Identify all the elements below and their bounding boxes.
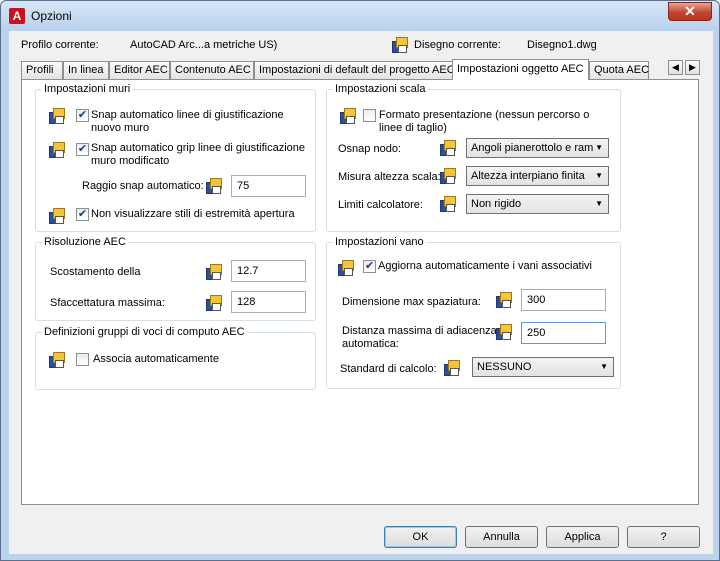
opening-settings-group-title: Impostazioni vano: [333, 236, 426, 248]
tab-contenuto-aec[interactable]: Contenuto AEC: [170, 61, 254, 79]
dialog-body: Profilo corrente: AutoCAD Arc...a metric…: [9, 31, 713, 554]
title-bar[interactable]: A Opzioni ✕: [1, 1, 719, 31]
max-facet-input[interactable]: 128: [231, 291, 306, 313]
drawing-setting-icon: [206, 295, 222, 311]
autocad-app-icon: A: [9, 8, 25, 24]
calculator-limits-value: Non rigido: [471, 198, 522, 210]
drawing-setting-icon: [340, 108, 356, 124]
snap-justification-checkbox[interactable]: ✔: [76, 109, 89, 122]
drawing-setting-icon: [444, 360, 460, 376]
drawing-setting-icon: [338, 260, 354, 276]
tab-in-linea[interactable]: In linea: [63, 61, 109, 79]
aec-resolution-group-title: Risoluzione AEC: [42, 236, 128, 248]
chevron-down-icon: ▼: [595, 171, 603, 180]
max-spacing-input[interactable]: 300: [521, 289, 606, 311]
walls-group: Impostazioni muri ✔ Snap automatico line…: [35, 83, 316, 232]
drawing-setting-icon: [440, 140, 456, 156]
presentation-format-label-2: linee di taglio): [379, 122, 447, 134]
aec-resolution-group: Risoluzione AEC Scostamento della 12.7 S…: [35, 236, 316, 321]
presentation-format-label-1: Formato presentazione (nessun percorso o: [379, 109, 590, 121]
osnap-node-label: Osnap nodo:: [338, 143, 401, 155]
calculation-standard-value: NESSUNO: [477, 361, 532, 373]
snap-radius-input[interactable]: 75: [231, 175, 306, 197]
cancel-button[interactable]: Annulla: [465, 526, 538, 548]
stair-height-select[interactable]: Altezza interpiano finita ▼: [466, 166, 609, 186]
auto-update-openings-label: Aggiorna automaticamente i vani associat…: [378, 260, 593, 272]
chevron-down-icon: ▼: [595, 199, 603, 208]
tab-scroll-left-button[interactable]: ◀: [668, 60, 683, 75]
apply-button[interactable]: Applica: [546, 526, 619, 548]
snap-grip-checkbox[interactable]: ✔: [76, 143, 89, 156]
tab-editor-aec[interactable]: Editor AEC: [109, 61, 170, 79]
tab-profili[interactable]: Profili: [21, 61, 63, 79]
hide-endcap-checkbox[interactable]: ✔: [76, 208, 89, 221]
drawing-setting-icon: [49, 352, 65, 368]
auto-associate-label: Associa automaticamente: [93, 353, 219, 365]
drawing-icon: [392, 37, 408, 53]
max-facet-label: Sfaccettatura massima:: [50, 297, 165, 309]
window-title: Opzioni: [31, 9, 72, 23]
current-profile-value: AutoCAD Arc...a metriche US): [130, 39, 278, 51]
snap-justification-label-2: nuovo muro: [91, 122, 150, 134]
stair-settings-group: Impostazioni scala Formato presentazione…: [326, 83, 621, 232]
snap-grip-label-2: muro modificato: [91, 155, 170, 167]
drawing-setting-icon: [49, 108, 65, 124]
drawing-setting-icon: [206, 178, 222, 194]
options-dialog: A Opzioni ✕ Profilo corrente: AutoCAD Ar…: [0, 0, 720, 561]
chevron-down-icon: ▼: [600, 362, 608, 371]
auto-associate-checkbox[interactable]: [76, 353, 89, 366]
presentation-format-checkbox[interactable]: [363, 109, 376, 122]
stair-height-label: Misura altezza scala:: [338, 171, 441, 183]
max-spacing-label: Dimensione max spaziatura:: [342, 296, 481, 308]
calculator-limits-label: Limiti calcolatore:: [338, 199, 423, 211]
tab-default-progetto-aec[interactable]: Impostazioni di default del progetto AEC: [254, 61, 455, 79]
drawing-setting-icon: [440, 168, 456, 184]
drawing-setting-icon: [49, 208, 65, 224]
tab-impostazioni-oggetto-aec[interactable]: Impostazioni oggetto AEC: [452, 59, 589, 80]
ok-button[interactable]: OK: [384, 526, 457, 548]
profile-row: Profilo corrente: AutoCAD Arc...a metric…: [9, 36, 709, 56]
drawing-setting-icon: [496, 292, 512, 308]
snap-grip-label-1: Snap automatico grip linee di giustifica…: [91, 142, 306, 154]
drawing-setting-icon: [49, 142, 65, 158]
max-adjacency-input[interactable]: 250: [521, 322, 606, 344]
current-drawing-value: Disegno1.dwg: [527, 39, 597, 51]
tab-panel: Impostazioni muri ✔ Snap automatico line…: [21, 79, 699, 505]
offset-input[interactable]: 12.7: [231, 260, 306, 282]
tab-quota-aec[interactable]: Quota AEC: [589, 61, 649, 79]
drawing-setting-icon: [440, 196, 456, 212]
hide-endcap-label: Non visualizzare stili di estremità aper…: [91, 208, 295, 220]
osnap-node-value: Angoli pianerottolo e ram: [471, 142, 594, 154]
current-profile-label: Profilo corrente:: [21, 39, 99, 51]
calculation-standard-select[interactable]: NESSUNO ▼: [472, 357, 614, 377]
takeoff-group: Definizioni gruppi di voci di computo AE…: [35, 326, 316, 390]
osnap-node-select[interactable]: Angoli pianerottolo e ram ▼: [466, 138, 609, 158]
auto-update-openings-checkbox[interactable]: ✔: [363, 260, 376, 273]
tab-scroll-right-button[interactable]: ▶: [685, 60, 700, 75]
stair-height-value: Altezza interpiano finita: [471, 170, 585, 182]
takeoff-group-title: Definizioni gruppi di voci di computo AE…: [42, 326, 247, 338]
offset-label: Scostamento della: [50, 266, 141, 278]
calculation-standard-label: Standard di calcolo:: [340, 363, 437, 375]
calculator-limits-select[interactable]: Non rigido ▼: [466, 194, 609, 214]
opening-settings-group: Impostazioni vano ✔ Aggiorna automaticam…: [326, 236, 621, 389]
current-drawing-label: Disegno corrente:: [414, 39, 501, 51]
stair-settings-group-title: Impostazioni scala: [333, 83, 428, 95]
max-adjacency-label-2: automatica:: [342, 338, 399, 350]
snap-justification-label-1: Snap automatico linee di giustificazione: [91, 109, 284, 121]
drawing-setting-icon: [496, 324, 512, 340]
walls-group-title: Impostazioni muri: [42, 83, 133, 95]
help-button[interactable]: ?: [627, 526, 700, 548]
max-adjacency-label-1: Distanza massima di adiacenza: [342, 325, 497, 337]
drawing-setting-icon: [206, 264, 222, 280]
snap-radius-label: Raggio snap automatico:: [82, 180, 204, 192]
close-button[interactable]: ✕: [668, 2, 712, 21]
chevron-down-icon: ▼: [595, 143, 603, 152]
